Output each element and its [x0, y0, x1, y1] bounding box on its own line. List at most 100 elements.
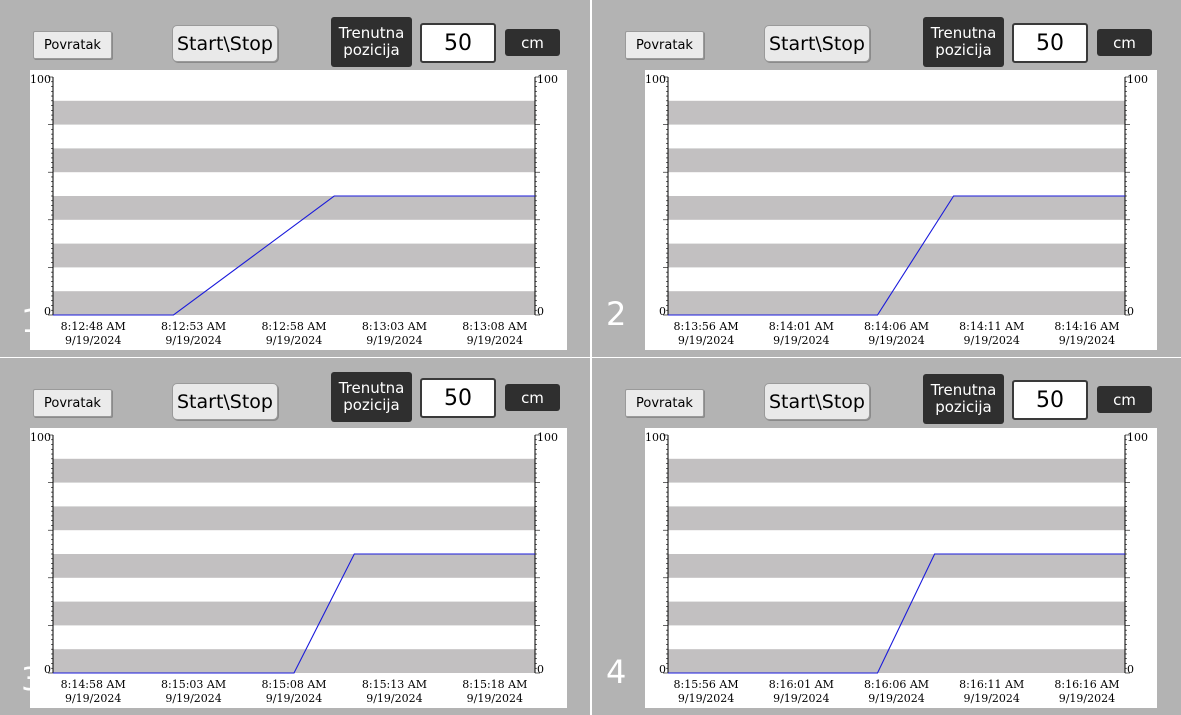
x-tick-label: 8:15:56 AM — [674, 678, 739, 691]
x-tick-label: 8:14:11 AM — [959, 320, 1024, 333]
y-axis-label: 0 — [1127, 305, 1134, 318]
x-tick-label: 8:15:03 AM — [161, 678, 226, 691]
y-axis-label: 100 — [645, 431, 666, 444]
grid-band — [668, 291, 1125, 315]
y-axis-label: 100 — [1127, 431, 1148, 444]
grid-band — [53, 291, 535, 315]
position-value-field[interactable]: 50 — [420, 23, 496, 63]
grid-band — [53, 601, 535, 626]
chart-number: 2 — [606, 295, 627, 333]
x-tick-label: 8:12:58 AM — [261, 320, 326, 333]
panel-3: Povratak Start\Stop Trenutna pozicija 50… — [0, 358, 590, 715]
chart-number: 1 — [21, 302, 42, 340]
y-axis-label: 100 — [30, 73, 51, 86]
x-tick-label: 8:16:06 AM — [864, 678, 929, 691]
position-label: Trenutna pozicija — [923, 17, 1004, 67]
start-stop-button[interactable]: Start\Stop — [764, 383, 870, 420]
x-tick-date: 9/19/2024 — [467, 692, 523, 705]
x-tick-label: 8:14:58 AM — [61, 678, 126, 691]
trend-chart: 100 0 100 0 8:12:48 AM 9/19/2024 8:12:53 AM 9/1… — [30, 70, 567, 350]
grid-band — [668, 243, 1125, 268]
chart-number: 4 — [606, 653, 627, 691]
x-tick-label: 8:16:16 AM — [1054, 678, 1119, 691]
position-value-field[interactable]: 50 — [1012, 23, 1088, 63]
x-tick-date: 9/19/2024 — [964, 334, 1020, 347]
grid-band — [668, 148, 1125, 173]
start-stop-button[interactable]: Start\Stop — [764, 25, 870, 62]
back-button[interactable]: Povratak — [625, 389, 704, 417]
unit-label: cm — [1097, 29, 1152, 56]
chart-number: 3 — [21, 660, 42, 698]
y-axis-label: 0 — [659, 663, 666, 676]
position-value-field[interactable]: 50 — [1012, 380, 1088, 420]
y-axis-label: 0 — [537, 305, 544, 318]
position-value-field[interactable]: 50 — [420, 378, 496, 418]
grid-band — [53, 243, 535, 268]
grid-band — [668, 100, 1125, 125]
x-tick-date: 9/19/2024 — [266, 692, 322, 705]
x-tick-label: 8:15:13 AM — [362, 678, 427, 691]
x-tick-date: 9/19/2024 — [366, 692, 422, 705]
x-tick-date: 9/19/2024 — [1059, 692, 1115, 705]
x-tick-date: 9/19/2024 — [678, 334, 734, 347]
x-tick-date: 9/19/2024 — [266, 334, 322, 347]
y-axis-label: 100 — [1127, 73, 1148, 86]
grid-band — [668, 506, 1125, 531]
trend-chart: 100 0 100 0 8:13:56 AM 9/19/2024 8:14:01 AM 9/1… — [645, 70, 1157, 350]
grid-band — [668, 458, 1125, 483]
x-tick-date: 9/19/2024 — [65, 334, 121, 347]
x-tick-label: 8:13:03 AM — [362, 320, 427, 333]
grid-band — [53, 148, 535, 173]
x-tick-date: 9/19/2024 — [868, 334, 924, 347]
panel-2: Povratak Start\Stop Trenutna pozicija 50… — [592, 0, 1181, 357]
x-tick-date: 9/19/2024 — [366, 334, 422, 347]
x-tick-date: 9/19/2024 — [773, 692, 829, 705]
grid-band — [53, 458, 535, 483]
y-axis-label: 0 — [44, 305, 51, 318]
x-tick-date: 9/19/2024 — [165, 334, 221, 347]
grid-band — [53, 554, 535, 578]
y-axis-label: 100 — [537, 431, 558, 444]
x-tick-label: 8:12:53 AM — [161, 320, 226, 333]
x-tick-label: 8:13:08 AM — [462, 320, 527, 333]
x-tick-date: 9/19/2024 — [964, 692, 1020, 705]
grid-band — [668, 554, 1125, 578]
start-stop-button[interactable]: Start\Stop — [172, 383, 278, 420]
x-tick-label: 8:14:06 AM — [864, 320, 929, 333]
grid-band — [53, 196, 535, 220]
back-button[interactable]: Povratak — [33, 31, 112, 59]
x-tick-date: 9/19/2024 — [678, 692, 734, 705]
x-tick-label: 8:14:01 AM — [769, 320, 834, 333]
unit-label: cm — [505, 29, 560, 56]
grid-band — [668, 649, 1125, 673]
unit-label: cm — [505, 384, 560, 411]
position-label: Trenutna pozicija — [331, 17, 412, 67]
y-axis-label: 0 — [659, 305, 666, 318]
x-tick-date: 9/19/2024 — [773, 334, 829, 347]
start-stop-button[interactable]: Start\Stop — [172, 25, 278, 62]
panel-4: Povratak Start\Stop Trenutna pozicija 50… — [592, 358, 1181, 715]
panel-1: Povratak Start\Stop Trenutna pozicija 50… — [0, 0, 590, 357]
y-axis-label: 100 — [645, 73, 666, 86]
grid-band — [53, 649, 535, 673]
y-axis-label: 100 — [537, 73, 558, 86]
x-tick-date: 9/19/2024 — [467, 334, 523, 347]
back-button[interactable]: Povratak — [625, 31, 704, 59]
x-tick-date: 9/19/2024 — [868, 692, 924, 705]
x-tick-date: 9/19/2024 — [1059, 334, 1115, 347]
x-tick-date: 9/19/2024 — [165, 692, 221, 705]
x-tick-label: 8:15:08 AM — [261, 678, 326, 691]
grid-band — [53, 100, 535, 125]
x-tick-label: 8:15:18 AM — [462, 678, 527, 691]
y-axis-label: 100 — [30, 431, 51, 444]
x-tick-label: 8:12:48 AM — [61, 320, 126, 333]
y-axis-label: 0 — [537, 663, 544, 676]
y-axis-label: 0 — [1127, 663, 1134, 676]
grid-band — [668, 196, 1125, 220]
x-tick-label: 8:16:11 AM — [959, 678, 1024, 691]
trend-chart: 100 0 100 0 8:14:58 AM 9/19/2024 8:15:03 AM 9/1… — [30, 428, 567, 708]
x-tick-label: 8:16:01 AM — [769, 678, 834, 691]
x-tick-label: 8:14:16 AM — [1054, 320, 1119, 333]
trend-chart: 100 0 100 0 8:15:56 AM 9/19/2024 8:16:01 AM 9/1… — [645, 428, 1157, 708]
back-button[interactable]: Povratak — [33, 389, 112, 417]
